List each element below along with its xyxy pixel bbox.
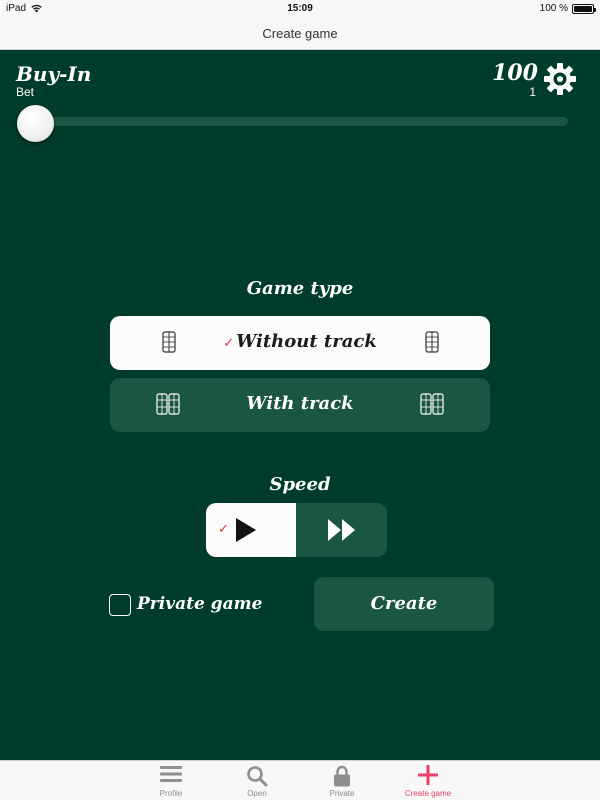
speed-normal-option[interactable]: ✓: [206, 503, 296, 557]
speed-title: Speed: [269, 474, 331, 495]
fast-forward-icon: [328, 519, 355, 541]
buy-in-count: 1: [529, 85, 536, 99]
buy-in-value: 100: [492, 60, 538, 86]
game-type-without-track[interactable]: ✓ Without track: [110, 316, 490, 370]
gear-icon[interactable]: [543, 62, 577, 96]
search-icon: [247, 766, 268, 787]
buy-in-slider-thumb[interactable]: [17, 105, 54, 142]
double-board-icon: [420, 393, 444, 415]
tab-create-game[interactable]: Create game: [383, 761, 473, 800]
check-icon: ✓: [218, 522, 229, 537]
create-button[interactable]: Create: [314, 577, 494, 631]
battery-icon: [572, 3, 596, 14]
speed-fast-option[interactable]: [296, 503, 387, 557]
check-icon: ✓: [223, 336, 235, 351]
battery-text: 100 %: [539, 3, 568, 14]
tab-private-label: Private: [329, 789, 355, 798]
battery-level: [574, 5, 592, 12]
status-time: 15:09: [287, 3, 313, 14]
lock-icon: [334, 765, 350, 787]
plus-icon: [418, 765, 438, 785]
tab-create-game-label: Create game: [404, 789, 452, 798]
status-right: 100 %: [539, 3, 596, 14]
tab-open[interactable]: Open: [212, 761, 302, 800]
private-game-checkbox[interactable]: [109, 594, 131, 616]
buy-in-slider-track[interactable]: [20, 117, 568, 126]
tab-open-label: Open: [247, 789, 267, 798]
menu-icon: [160, 766, 182, 782]
tab-profile[interactable]: Profile: [126, 761, 216, 800]
tab-private[interactable]: Private: [297, 761, 387, 800]
tab-bar: Profile Open Private Create game: [0, 760, 600, 800]
single-board-icon: [425, 331, 439, 353]
private-game-label[interactable]: Private game: [137, 594, 262, 614]
game-type-with-track[interactable]: With track: [110, 378, 490, 432]
status-bar: iPad 15:09 100 %: [0, 0, 600, 18]
game-type-title: Game type: [246, 278, 354, 299]
tab-profile-label: Profile: [159, 789, 183, 798]
create-game-panel: Buy-In Bet 100 1 Game type ✓ Without tra…: [0, 50, 600, 760]
page-title: Create game: [262, 26, 338, 41]
navigation-bar: Create game: [0, 18, 600, 50]
play-icon: [236, 518, 256, 542]
buy-in-title: Buy-In: [16, 62, 92, 86]
speed-selector: ✓: [206, 503, 387, 557]
buy-in-subtitle: Bet: [16, 85, 35, 99]
